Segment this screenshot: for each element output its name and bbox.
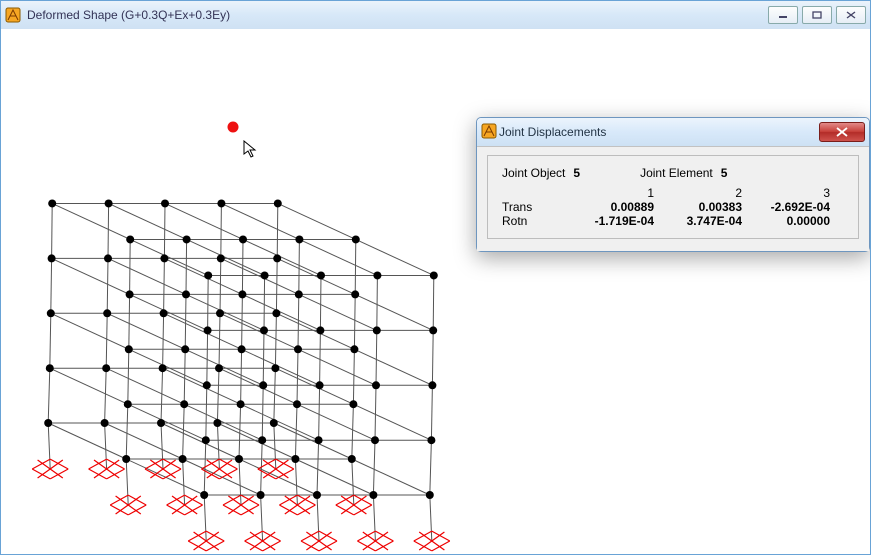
cursor-icon (243, 140, 263, 160)
row-label-rotn: Rotn (502, 214, 566, 228)
window-close-button[interactable] (836, 6, 866, 24)
row-label-trans: Trans (502, 200, 566, 214)
dialog-title: Joint Displacements (499, 125, 606, 139)
dialog-inner-panel: Joint Object 5 Joint Element 5 1 2 3 Tra… (487, 155, 859, 239)
rotn-3: 0.00000 (746, 214, 830, 228)
minimize-button[interactable] (768, 6, 798, 24)
joint-id-row: Joint Object 5 Joint Element 5 (502, 166, 848, 180)
joint-object-value: 5 (573, 166, 580, 180)
window-title: Deformed Shape (G+0.3Q+Ex+0.3Ey) (27, 8, 230, 22)
trans-3: -2.692E-04 (746, 200, 830, 214)
dialog-close-button[interactable] (819, 122, 865, 142)
dialog-title-bar[interactable]: Joint Displacements (477, 118, 869, 146)
maximize-button[interactable] (802, 6, 832, 24)
col-header-2: 2 (658, 186, 742, 200)
joint-element-label: Joint Element (640, 166, 713, 180)
displacement-table: 1 2 3 Trans 0.00889 0.00383 -2.692E-04 R… (502, 186, 848, 228)
trans-2: 0.00383 (658, 200, 742, 214)
col-header-3: 3 (746, 186, 830, 200)
deformed-shape-svg (1, 29, 871, 555)
rotn-1: -1.719E-04 (570, 214, 654, 228)
main-window: Deformed Shape (G+0.3Q+Ex+0.3Ey) Joint D… (0, 0, 871, 555)
viewport-3d[interactable] (1, 29, 870, 554)
title-bar[interactable]: Deformed Shape (G+0.3Q+Ex+0.3Ey) (1, 1, 870, 30)
joint-object-label: Joint Object (502, 166, 565, 180)
col-header-1: 1 (570, 186, 654, 200)
joint-displacements-dialog[interactable]: Joint Displacements Joint Object 5 Joint… (476, 117, 870, 252)
joint-element-value: 5 (721, 166, 728, 180)
dialog-body: Joint Object 5 Joint Element 5 1 2 3 Tra… (477, 146, 869, 251)
app-icon (5, 7, 21, 23)
rotn-2: 3.747E-04 (658, 214, 742, 228)
trans-1: 0.00889 (570, 200, 654, 214)
app-icon (481, 123, 497, 142)
